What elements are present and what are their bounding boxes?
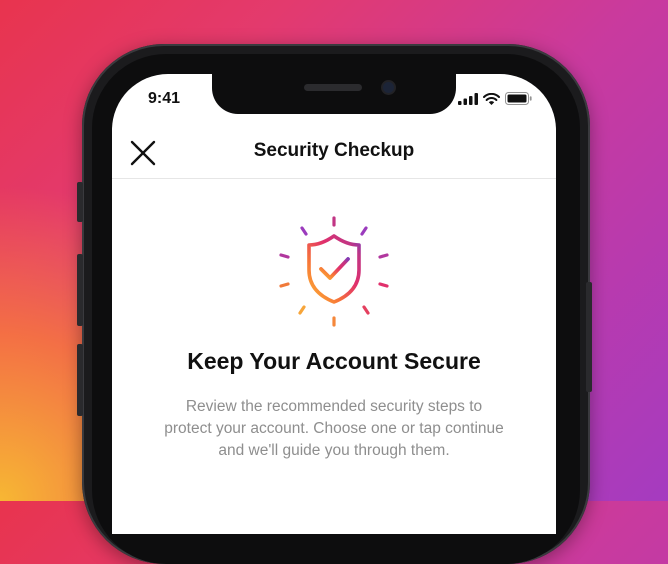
battery-icon (505, 92, 532, 105)
shield-check-icon (279, 216, 389, 327)
status-time: 9:41 (148, 90, 181, 107)
section-headline: Keep Your Account Secure (187, 348, 481, 374)
front-camera (383, 82, 394, 93)
section-description: Review the recommended security steps to… (164, 398, 504, 459)
phone-volume-down (77, 344, 83, 416)
security-illustration (278, 214, 390, 328)
signal-icon (458, 92, 478, 105)
phone-volume-up (77, 254, 83, 326)
status-icons (458, 92, 532, 105)
wifi-icon (483, 92, 500, 105)
earpiece-speaker (304, 84, 362, 91)
phone-silent-switch (77, 182, 83, 222)
phone-notch (212, 74, 456, 114)
page-title: Security Checkup (253, 140, 415, 161)
phone-power-button (586, 282, 592, 392)
